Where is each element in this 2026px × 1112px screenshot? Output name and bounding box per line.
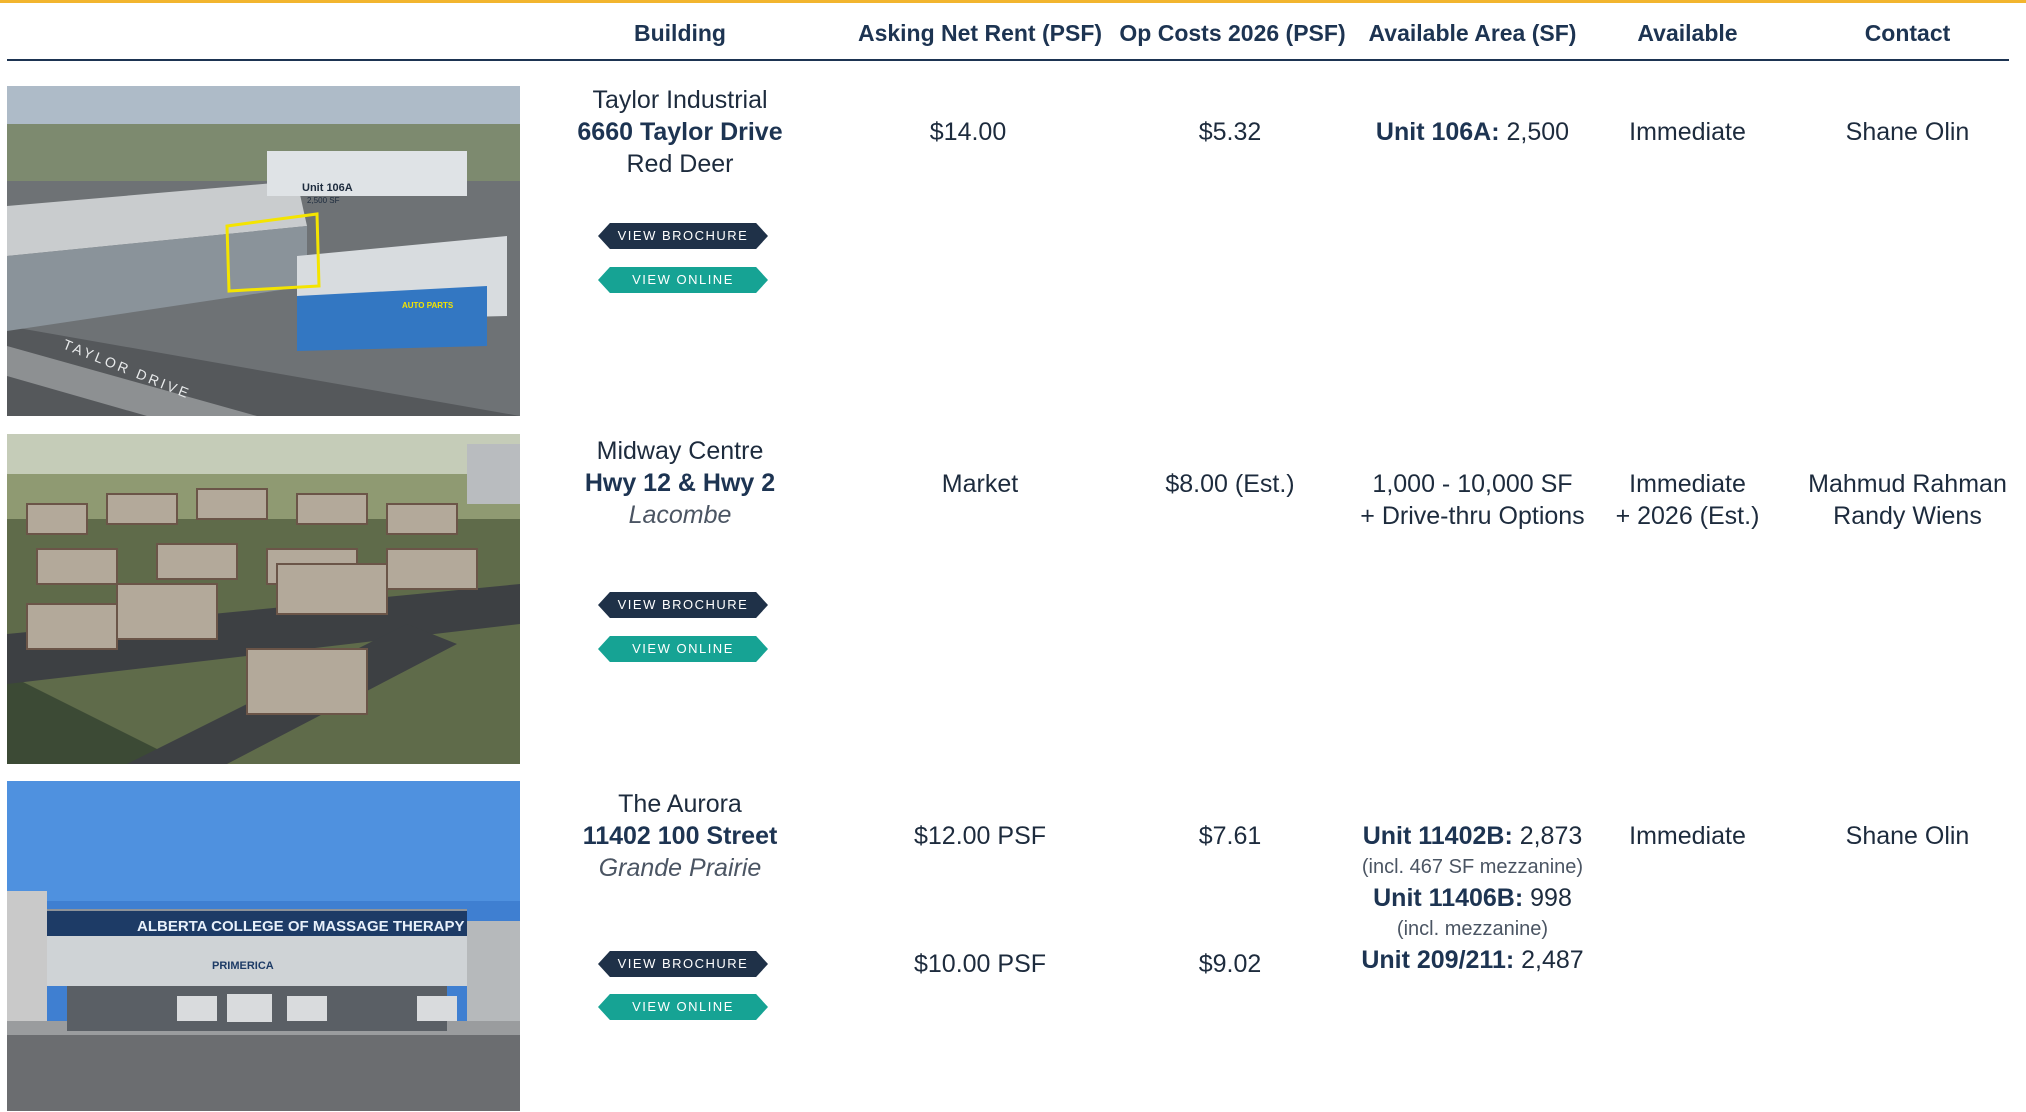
contact-name: Shane Olin bbox=[1845, 118, 1970, 146]
building-city: Grande Prairie bbox=[598, 854, 762, 882]
contact-name: Shane Olin bbox=[1845, 822, 1970, 850]
header-asking-rent: Asking Net Rent (PSF) bbox=[857, 20, 1103, 46]
available-value: Immediate + 2026 (Est.) bbox=[1600, 468, 1775, 532]
view-online-button[interactable]: VIEW ONLINE bbox=[598, 636, 768, 662]
available-area-value: Unit 106A: 2,500 bbox=[1360, 116, 1585, 148]
unit-note: (incl. mezzanine) bbox=[1396, 918, 1549, 940]
building-address: Hwy 12 & Hwy 2 bbox=[584, 469, 776, 497]
unit-label: Unit 106A: bbox=[1375, 118, 1500, 146]
photo-sign-label: AUTO PARTS bbox=[402, 301, 454, 310]
op-costs-value: $8.00 (Est.) bbox=[1165, 470, 1295, 498]
op-costs-value: $7.61 bbox=[1198, 822, 1262, 850]
header-divider bbox=[7, 59, 2009, 61]
header-building: Building bbox=[634, 20, 726, 46]
available-area-value: 1,000 - 10,000 SF + Drive-thru Options bbox=[1350, 468, 1595, 532]
building-name: The Aurora bbox=[618, 790, 742, 818]
unit-area: 2,873 bbox=[1512, 822, 1583, 850]
header-available: Available bbox=[1637, 20, 1738, 46]
asking-rent-value: $10.00 PSF bbox=[913, 950, 1047, 978]
building-address: 11402 100 Street bbox=[582, 822, 778, 850]
contact-name: Mahmud Rahman bbox=[1808, 470, 2007, 498]
area-range: 1,000 - 10,000 SF bbox=[1372, 470, 1573, 498]
unit-area: 998 bbox=[1523, 884, 1572, 912]
unit-label: Unit 11402B: bbox=[1362, 822, 1513, 850]
top-accent-bar bbox=[0, 0, 2026, 3]
available-value: Immediate bbox=[1629, 118, 1746, 146]
unit-note: (incl. 467 SF mezzanine) bbox=[1361, 856, 1584, 878]
asking-rent-value: $14.00 bbox=[929, 118, 1007, 146]
view-brochure-button[interactable]: VIEW BROCHURE bbox=[598, 223, 768, 249]
available-area-value: Unit 11402B: 2,873 (incl. 467 SF mezzani… bbox=[1345, 820, 1600, 976]
available-line2: + 2026 (Est.) bbox=[1615, 502, 1760, 530]
building-city: Red Deer bbox=[626, 150, 734, 178]
building-city: Lacombe bbox=[628, 501, 732, 529]
unit-area: 2,487 bbox=[1514, 946, 1584, 974]
view-online-button[interactable]: VIEW ONLINE bbox=[598, 267, 768, 293]
building-info-taylor: Taylor Industrial 6660 Taylor Drive Red … bbox=[560, 84, 800, 180]
photo-midway-centre bbox=[7, 434, 520, 764]
header-contact: Contact bbox=[1864, 20, 1951, 46]
op-costs-value: $9.02 bbox=[1198, 950, 1262, 978]
photo-area-label: 2,500 SF bbox=[307, 196, 340, 205]
view-online-button[interactable]: VIEW ONLINE bbox=[598, 994, 768, 1020]
asking-rent-value: Market bbox=[941, 470, 1019, 498]
contact-names: Mahmud Rahman Randy Wiens bbox=[1800, 468, 2015, 532]
unit-area: 2,500 bbox=[1499, 118, 1570, 146]
view-brochure-button[interactable]: VIEW BROCHURE bbox=[598, 951, 768, 977]
photo-sign-label: ALBERTA COLLEGE OF MASSAGE THERAPY bbox=[137, 918, 465, 935]
contact-name: Randy Wiens bbox=[1833, 502, 1982, 530]
header-available-area: Available Area (SF) bbox=[1368, 20, 1577, 46]
op-costs-value: $5.32 bbox=[1198, 118, 1262, 146]
building-address: 6660 Taylor Drive bbox=[577, 118, 783, 146]
photo-unit-label: Unit 106A bbox=[302, 182, 353, 194]
photo-taylor-industrial: Unit 106A 2,500 SF AUTO PARTS TAYLOR DRI… bbox=[7, 86, 520, 416]
building-name: Midway Centre bbox=[596, 437, 764, 465]
photo-the-aurora: ALBERTA COLLEGE OF MASSAGE THERAPY PRIME… bbox=[7, 781, 520, 1111]
view-brochure-button[interactable]: VIEW BROCHURE bbox=[598, 592, 768, 618]
available-line1: Immediate bbox=[1629, 470, 1746, 498]
header-op-costs: Op Costs 2026 (PSF) bbox=[1119, 20, 1346, 46]
building-info-aurora: The Aurora 11402 100 Street Grande Prair… bbox=[560, 788, 800, 884]
asking-rent-value: $12.00 PSF bbox=[913, 822, 1047, 850]
photo-sign-label: PRIMERICA bbox=[212, 960, 274, 972]
available-value: Immediate bbox=[1629, 822, 1746, 850]
unit-label: Unit 11406B: bbox=[1373, 884, 1524, 912]
unit-label: Unit 209/211: bbox=[1361, 946, 1515, 974]
building-name: Taylor Industrial bbox=[592, 86, 768, 114]
area-options: + Drive-thru Options bbox=[1360, 502, 1585, 530]
building-info-midway: Midway Centre Hwy 12 & Hwy 2 Lacombe bbox=[560, 435, 800, 531]
